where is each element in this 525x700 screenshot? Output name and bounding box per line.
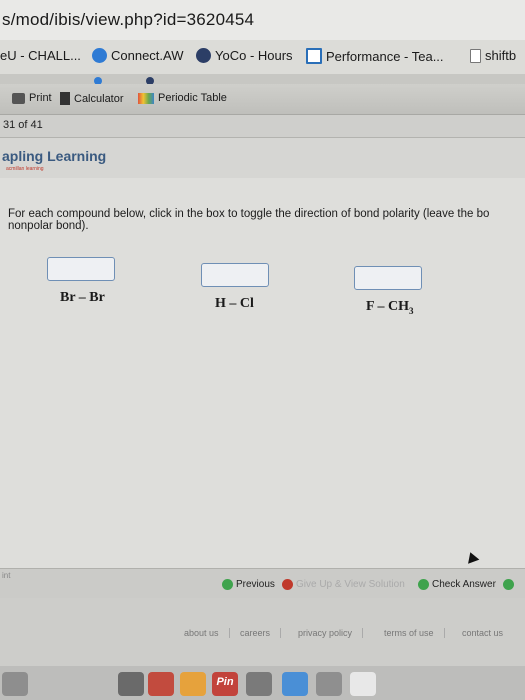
- bookmark-label: YoCo - Hours: [215, 48, 293, 63]
- photos-app-icon[interactable]: [118, 672, 144, 696]
- hint-tab[interactable]: int: [2, 571, 10, 580]
- check-icon: [418, 579, 429, 590]
- document-icon: [470, 48, 481, 63]
- give-up-icon: [282, 579, 293, 590]
- printer-icon: [12, 92, 25, 104]
- tab-strip-graphics: [0, 77, 525, 84]
- pin-label: Pin: [216, 676, 234, 688]
- question-area: For each compound below, click in the bo…: [0, 178, 525, 568]
- bookmark-eu-challenge[interactable]: eU - CHALL...: [0, 48, 81, 63]
- bookmark-shiftb[interactable]: shiftb: [470, 48, 516, 63]
- formula-text: Br – Br: [60, 290, 105, 305]
- performance-icon: [306, 48, 322, 64]
- mail-app-icon[interactable]: [282, 672, 308, 696]
- bookmark-label: Performance - Tea...: [326, 48, 444, 64]
- footer-link-about[interactable]: about us: [184, 628, 230, 638]
- tool-bar: Print Calculator Periodic Table: [0, 84, 525, 115]
- footer-link-contact[interactable]: contact us: [462, 628, 513, 638]
- page-count-text: 31 of 41: [3, 119, 43, 131]
- question-counter: 31 of 41: [0, 115, 525, 138]
- connect-icon: [92, 48, 107, 63]
- compound-formula-1: Br – Br: [60, 290, 105, 306]
- previous-arrow-icon: [222, 579, 233, 590]
- compound-formula-3: F – CH3: [366, 299, 414, 316]
- action-bar: int Previous Give Up & View Solution Che…: [0, 568, 525, 599]
- periodic-table-icon: [138, 92, 154, 104]
- next-arrow-icon: [502, 579, 514, 590]
- bookmark-label: Connect.AW: [111, 48, 184, 63]
- formula-text: H – Cl: [215, 296, 254, 311]
- periodic-table-label: Periodic Table: [158, 92, 227, 104]
- print-label: Print: [29, 92, 52, 104]
- tab-strip-partial: [0, 74, 525, 84]
- screen-app-icon[interactable]: [246, 672, 272, 696]
- previous-label: Previous: [236, 579, 275, 590]
- check-answer-button[interactable]: Check Answer: [418, 579, 514, 590]
- bookmark-performance[interactable]: Performance - Tea...: [306, 48, 444, 64]
- periodic-table-button[interactable]: Periodic Table: [138, 92, 227, 104]
- question-instruction: For each compound below, click in the bo…: [8, 208, 525, 232]
- footer-link-terms[interactable]: terms of use: [384, 628, 445, 638]
- brand-header: apling Learning acmillan learning: [0, 138, 525, 178]
- footer-link-privacy[interactable]: privacy policy: [298, 628, 364, 638]
- calculator-button[interactable]: Calculator: [60, 92, 124, 105]
- polarity-toggle-box-2[interactable]: [201, 263, 269, 287]
- yoco-icon: [196, 48, 211, 63]
- app-icon[interactable]: [316, 672, 342, 696]
- bookmarks-bar: eU - CHALL... Connect.AW YoCo - Hours Pe…: [0, 40, 525, 75]
- formula-subscript: 3: [409, 305, 414, 316]
- photos-flower-icon[interactable]: [180, 672, 206, 696]
- give-up-button[interactable]: Give Up & View Solution: [282, 579, 405, 590]
- browser-app-icon[interactable]: [350, 672, 376, 696]
- check-answer-label: Check Answer: [432, 579, 496, 590]
- calendar-app-icon[interactable]: [148, 672, 174, 696]
- os-dock: Pin: [0, 666, 525, 700]
- print-button[interactable]: Print: [12, 92, 52, 104]
- bookmark-label: shiftb: [485, 48, 517, 63]
- footer-link-careers[interactable]: careers: [240, 628, 282, 638]
- bookmark-yoco[interactable]: YoCo - Hours: [196, 48, 293, 63]
- app-launcher-icon[interactable]: [2, 672, 28, 696]
- calculator-icon: [60, 92, 70, 105]
- polarity-toggle-box-1[interactable]: [47, 257, 115, 281]
- give-up-label: Give Up & View Solution: [296, 579, 405, 590]
- polarity-toggle-box-3[interactable]: [354, 266, 422, 290]
- calculator-label: Calculator: [74, 92, 124, 105]
- url-text: s/mod/ibis/view.php?id=3620454: [2, 10, 255, 29]
- formula-text: F – CH: [366, 299, 410, 314]
- page-footer: about us careers privacy policy terms of…: [0, 598, 525, 666]
- pinterest-app-icon[interactable]: Pin: [212, 672, 238, 696]
- brand-name: apling Learning: [2, 148, 107, 164]
- brand-subtitle: acmillan learning: [6, 166, 44, 172]
- compound-formula-2: H – Cl: [215, 296, 254, 312]
- address-bar[interactable]: s/mod/ibis/view.php?id=3620454: [0, 0, 525, 40]
- previous-button[interactable]: Previous: [222, 579, 275, 590]
- instruction-line-1: For each compound below, click in the bo…: [8, 208, 490, 220]
- instruction-line-2: nonpolar bond).: [8, 220, 89, 232]
- bookmark-connect[interactable]: Connect.AW: [92, 48, 184, 63]
- bookmark-label: eU - CHALL...: [0, 48, 81, 63]
